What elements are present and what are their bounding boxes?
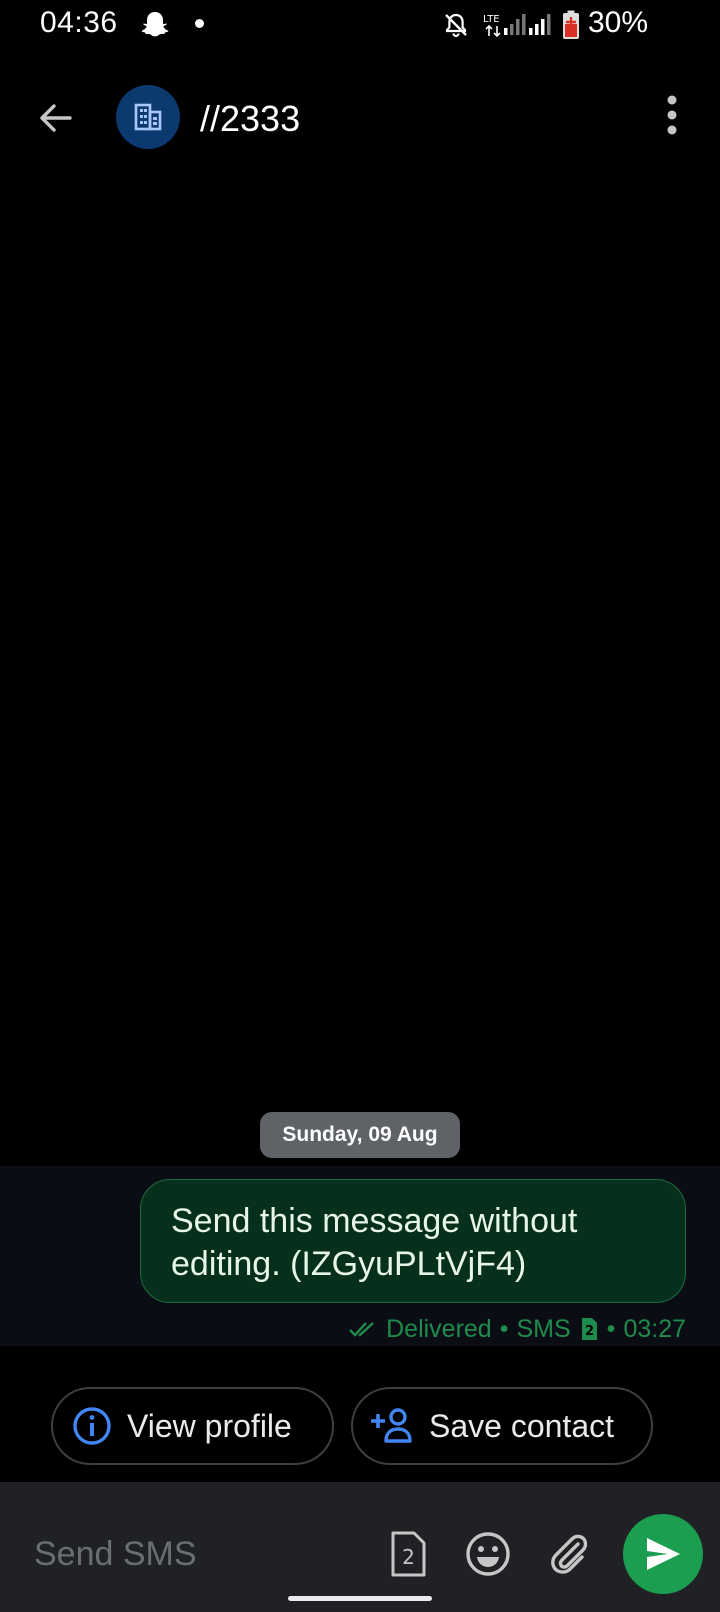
arrow-back-icon[interactable] <box>34 96 78 140</box>
message-channel: SMS <box>516 1314 571 1343</box>
app-bar: //2333 <box>0 78 720 158</box>
more-vert-icon[interactable] <box>652 92 700 144</box>
message-text: Send this message without editing. (IZGy… <box>171 1202 578 1283</box>
sms-input[interactable] <box>32 1530 376 1578</box>
home-indicator[interactable] <box>288 1596 432 1601</box>
contact-title[interactable]: //2333 <box>200 98 300 140</box>
outgoing-message-bubble[interactable]: Send this message without editing. (IZGy… <box>140 1179 686 1303</box>
info-icon <box>71 1405 113 1447</box>
date-divider: Sunday, 09 Aug <box>260 1112 460 1158</box>
lte-icon: LTE <box>483 14 501 38</box>
sim-number: 2 <box>585 1324 594 1339</box>
snapchat-ghost-icon <box>141 12 169 37</box>
save-contact-label: Save contact <box>429 1407 614 1444</box>
lte-label: LTE <box>483 14 500 25</box>
emoji-icon[interactable] <box>464 1530 512 1578</box>
view-profile-button[interactable]: View profile <box>51 1387 334 1465</box>
attach-icon[interactable] <box>546 1530 592 1578</box>
sim-selector-icon[interactable]: 2 <box>388 1530 428 1580</box>
notification-dot <box>195 19 204 28</box>
message-time: 03:27 <box>623 1314 686 1343</box>
status-time: 04:36 <box>40 6 118 39</box>
view-profile-label: View profile <box>127 1407 292 1444</box>
delivery-status: Delivered <box>386 1314 492 1343</box>
send-icon <box>647 1538 680 1570</box>
avatar[interactable] <box>116 85 180 149</box>
double-check-icon <box>349 1322 374 1337</box>
battery-percent: 30% <box>588 6 649 39</box>
business-building-icon <box>134 103 162 131</box>
status-bar: 04:36 LTE 30% <box>0 0 720 50</box>
meta-separator: • <box>499 1314 509 1343</box>
send-button[interactable] <box>623 1514 703 1594</box>
sim-card-icon: 2 <box>581 1318 597 1340</box>
bell-off-icon <box>445 13 467 38</box>
sim-selector-number: 2 <box>402 1545 415 1569</box>
person-add-icon <box>369 1406 415 1446</box>
save-contact-button[interactable]: Save contact <box>351 1387 653 1465</box>
battery-charging-icon <box>563 10 579 39</box>
signal-strength-sim2-icon <box>529 14 551 35</box>
signal-strength-sim1-icon <box>504 14 526 35</box>
meta-separator: • <box>606 1314 616 1343</box>
message-meta: Delivered • SMS 2 • 03:27 <box>348 1310 686 1348</box>
